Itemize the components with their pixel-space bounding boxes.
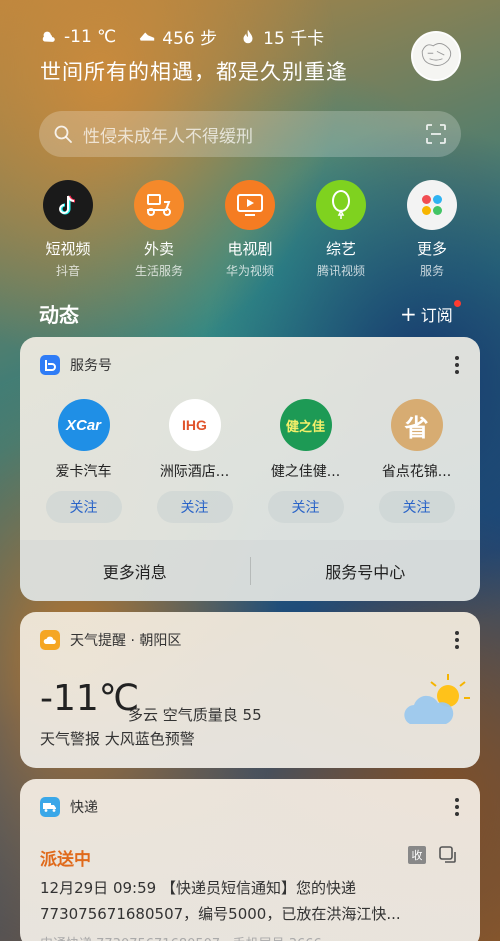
logo-text: XCar (65, 416, 102, 434)
app-short-video[interactable]: 短视频 抖音 (24, 180, 112, 279)
tiktok-icon (43, 180, 93, 230)
jianzhijia-logo: 健之佳 (279, 399, 332, 451)
quick-apps-row: 短视频 抖音 外卖 生活服务 电视剧 华为视频 综艺 腾讯视频 更多 服务 (20, 180, 480, 279)
follow-button[interactable]: 关注 (45, 491, 122, 523)
service-account-card[interactable]: 服务号 XCar 爱卡汽车 关注 IHG 洲际酒店... 关注 健之佳 健之佳健… (20, 337, 480, 601)
temperature-text: -11 ℃ (64, 26, 117, 47)
service-account-item[interactable]: IHG 洲际酒店... 关注 (145, 399, 245, 523)
truck-icon (40, 797, 60, 817)
logo-text: 省 (404, 413, 429, 442)
weather-stat[interactable]: -11 ℃ (40, 27, 116, 47)
more-messages-button[interactable]: 更多消息 (20, 559, 250, 583)
weather-alert-icon (40, 630, 60, 650)
copy-icon[interactable] (438, 845, 458, 865)
app-name: 外卖 (143, 240, 174, 258)
partly-cloudy-icon (42, 31, 55, 42)
message-line: 773075671680507，编号5000，已放在洪海江快... (40, 905, 401, 923)
more-options-icon[interactable] (454, 356, 460, 374)
sun-cloud-icon (404, 674, 470, 724)
tracking-line: 申通快递 773075671680507 · 手机尾号 3666 (40, 933, 322, 941)
service-account-item[interactable]: 健之佳 健之佳健... 关注 (256, 399, 356, 523)
app-name: 短视频 (45, 240, 91, 258)
app-sub: 抖音 (55, 264, 80, 278)
greeting-text: 世间所有的相遇，都是久别重逢 (40, 60, 348, 84)
app-name: 更多 (416, 240, 447, 258)
message-line: 12月29日 09:59 【快递员短信通知】您的快递 (40, 879, 356, 897)
service-account-item[interactable]: 省 省点花锦... 关注 (367, 399, 467, 523)
card-title: 天气提醒 · 朝阳区 (70, 633, 182, 649)
avatar-sketch-icon (413, 33, 459, 79)
steps-stat[interactable]: 456 步 (138, 24, 217, 49)
subscribe-label: 订阅 (420, 306, 453, 325)
app-tv-series[interactable]: 电视剧 华为视频 (206, 180, 294, 279)
card-title: 快递 (70, 800, 98, 816)
avatar[interactable] (411, 31, 461, 81)
service-account-icon (40, 355, 60, 375)
app-name: 电视剧 (227, 240, 273, 258)
status-row: -11 ℃ 456 步 15 千卡 (40, 24, 324, 49)
search-bar[interactable]: 性侵未成年人不得缓刑 (39, 111, 461, 157)
service-accounts-list: XCar 爱卡汽车 关注 IHG 洲际酒店... 关注 健之佳 健之佳健... … (20, 399, 480, 523)
flame-icon (243, 29, 253, 43)
plus-icon: + (400, 302, 417, 326)
weather-card[interactable]: 天气提醒 · 朝阳区 -11℃ 多云 空气质量良 55 天气警报 大风蓝色预警 (20, 612, 480, 768)
grid-icon (407, 180, 457, 230)
more-options-icon[interactable] (454, 631, 460, 649)
card-footer: 更多消息 服务号中心 (20, 540, 480, 601)
card-header: 天气提醒 · 朝阳区 (20, 612, 480, 650)
logo-text: IHG (182, 417, 207, 433)
steps-text: 456 步 (162, 29, 218, 49)
weather-alert-text: 天气警报 大风蓝色预警 (40, 730, 195, 748)
balloon-icon (316, 180, 366, 230)
app-sub: 腾讯视频 (316, 264, 365, 278)
shoe-icon (140, 32, 155, 41)
app-takeout[interactable]: 外卖 生活服务 (115, 180, 203, 279)
search-input[interactable]: 性侵未成年人不得缓刑 (83, 122, 425, 147)
app-variety[interactable]: 综艺 腾讯视频 (297, 180, 385, 279)
card-header: 服务号 (20, 337, 480, 375)
app-sub: 服务 (419, 264, 444, 278)
account-name: 爱卡汽车 (55, 464, 112, 480)
app-more[interactable]: 更多 服务 (388, 180, 476, 279)
weather-temperature: -11℃ (40, 678, 140, 719)
tv-icon (225, 180, 275, 230)
notification-dot (453, 300, 461, 307)
subscribe-button[interactable]: + 订阅 (400, 300, 461, 326)
app-sub: 华为视频 (225, 264, 274, 278)
weather-description: 多云 空气质量良 55 (128, 706, 262, 724)
account-name: 省点花锦... (381, 464, 452, 480)
follow-button[interactable]: 关注 (378, 491, 455, 523)
express-card[interactable]: 快递 派送中 收 12月29日 09:59 【快递员短信通知】您的快递 7730… (20, 779, 480, 941)
scooter-icon (134, 180, 184, 230)
calories-stat[interactable]: 15 千卡 (239, 24, 324, 49)
xcar-logo: XCar (57, 399, 110, 451)
delivery-status: 派送中 (40, 850, 91, 870)
search-icon (54, 125, 72, 143)
card-title: 服务号 (70, 358, 112, 374)
service-account-item[interactable]: XCar 爱卡汽车 关注 (34, 399, 134, 523)
scan-icon[interactable] (425, 123, 447, 145)
follow-button[interactable]: 关注 (156, 491, 233, 523)
ihg-logo: IHG (168, 399, 221, 451)
account-name: 洲际酒店... (159, 464, 230, 480)
more-options-icon[interactable] (454, 798, 460, 816)
received-tag: 收 (408, 846, 426, 864)
calories-text: 15 千卡 (263, 29, 325, 49)
service-center-button[interactable]: 服务号中心 (251, 559, 481, 583)
logo-text: 健之佳 (285, 419, 325, 435)
card-header: 快递 (20, 779, 480, 817)
app-name: 综艺 (325, 240, 356, 258)
app-sub: 生活服务 (134, 264, 183, 278)
account-name: 健之佳健... (270, 464, 341, 480)
shengdianhua-logo: 省 (390, 399, 443, 451)
feed-title: 动态 (39, 303, 79, 327)
follow-button[interactable]: 关注 (267, 491, 344, 523)
